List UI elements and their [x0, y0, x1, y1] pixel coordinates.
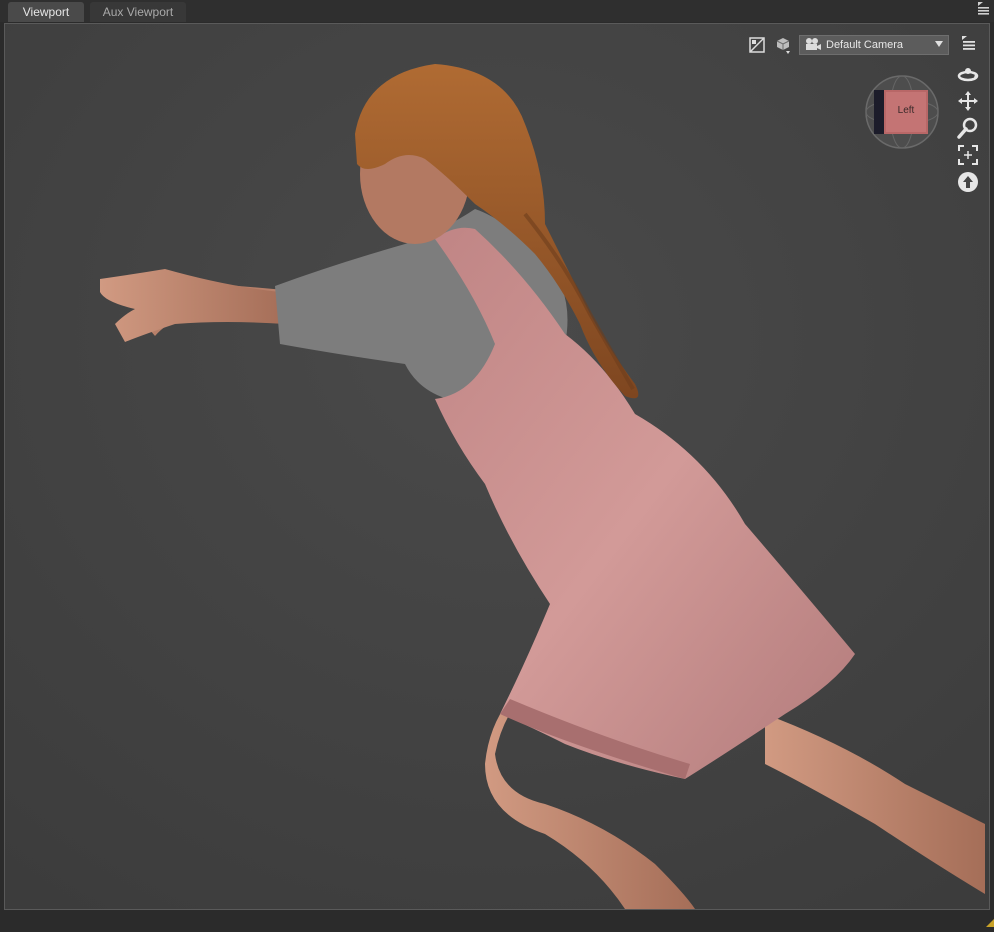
scene-render — [5, 24, 989, 909]
panel-menu-icon[interactable] — [974, 0, 992, 18]
3d-viewport[interactable]: Default Camera Left — [4, 23, 990, 910]
view-cube[interactable]: Left — [864, 74, 940, 150]
viewport-menu-icon[interactable] — [956, 32, 980, 54]
tab-aux-viewport-label: Aux Viewport — [102, 5, 174, 19]
render-preview-icon[interactable] — [747, 35, 767, 55]
chevron-down-icon — [934, 39, 944, 51]
camera-toolbar: Default Camera — [747, 34, 949, 56]
camera-select[interactable]: Default Camera — [799, 35, 949, 55]
pan-move-icon[interactable] — [956, 90, 980, 112]
camera-select-value: Default Camera — [826, 39, 904, 51]
reset-view-icon[interactable] — [956, 171, 980, 193]
tab-bar: Viewport Aux Viewport — [0, 0, 994, 22]
tab-viewport-label: Viewport — [22, 5, 70, 19]
draw-style-cube-icon[interactable] — [773, 35, 793, 55]
orbit-icon[interactable] — [956, 63, 980, 85]
view-cube-face-label: Left — [897, 105, 915, 116]
tab-aux-viewport[interactable]: Aux Viewport — [90, 2, 186, 22]
navigation-tools — [955, 32, 981, 193]
status-bar — [0, 910, 994, 927]
tab-viewport[interactable]: Viewport — [8, 2, 84, 22]
resize-grip-icon[interactable] — [986, 914, 994, 927]
frame-selection-icon[interactable] — [956, 144, 980, 166]
camera-icon — [804, 37, 822, 54]
zoom-magnifier-icon[interactable] — [956, 117, 980, 139]
